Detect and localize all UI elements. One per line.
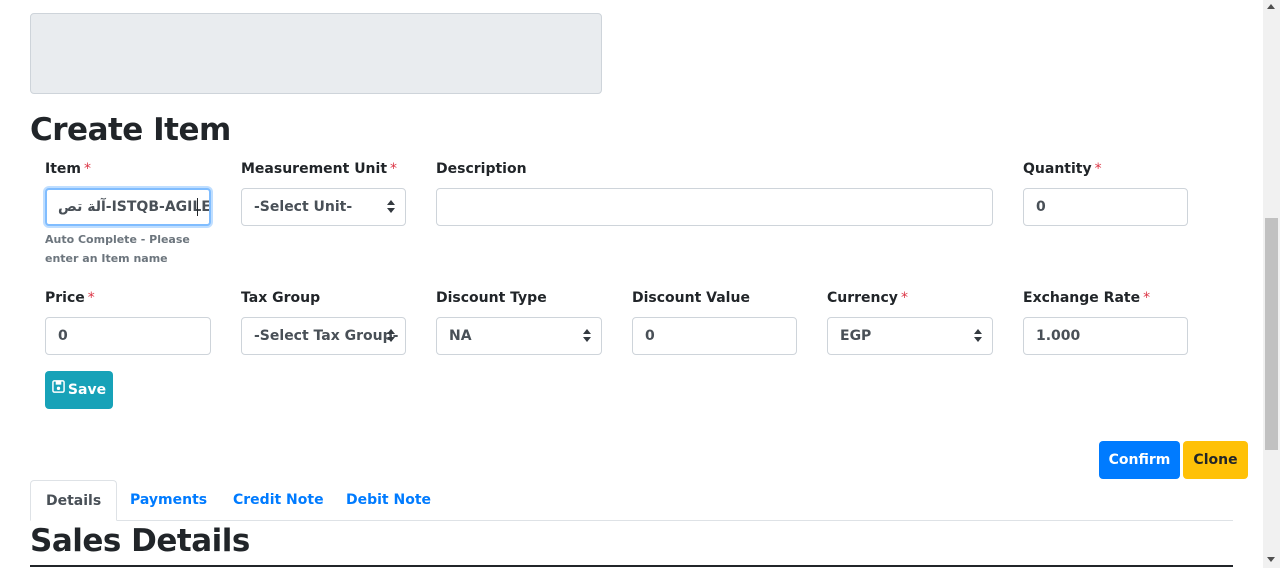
currency-select[interactable]: EGP	[827, 317, 993, 355]
item-input[interactable]: آلة تص-ISTQB-AGILE	[45, 188, 211, 226]
page-title: Create Item	[30, 112, 231, 148]
scroll-down-arrow-icon[interactable]	[1267, 557, 1275, 562]
item-input-value: آلة تص-ISTQB-AGILE	[58, 199, 211, 215]
item-label: Item *	[45, 160, 91, 178]
quantity-label-text: Quantity	[1023, 161, 1092, 177]
text-cursor	[197, 198, 198, 216]
quantity-input[interactable]: 0	[1023, 188, 1188, 226]
price-value: 0	[58, 328, 68, 344]
quantity-label: Quantity *	[1023, 160, 1102, 178]
price-label-text: Price	[45, 290, 85, 306]
scroll-up-arrow-icon[interactable]	[1267, 4, 1275, 9]
measurement-unit-label: Measurement Unit *	[241, 160, 397, 178]
floppy-disk-icon	[52, 370, 65, 408]
quantity-value: 0	[1036, 199, 1046, 215]
item-label-text: Item	[45, 161, 81, 177]
discount-type-label: Discount Type	[436, 290, 547, 306]
scrollbar-thumb[interactable]	[1265, 218, 1278, 450]
description-input[interactable]	[436, 188, 993, 226]
discount-type-value: NA	[449, 328, 472, 344]
item-hint: Auto Complete - Please enter an Item nam…	[45, 233, 190, 265]
chevron-updown-icon	[583, 329, 591, 343]
price-input[interactable]: 0	[45, 317, 211, 355]
save-button[interactable]: Save	[45, 371, 113, 409]
currency-label-text: Currency	[827, 290, 898, 306]
confirm-button[interactable]: Confirm	[1099, 441, 1180, 479]
chevron-updown-icon	[974, 329, 982, 343]
section-title: Sales Details	[30, 523, 250, 559]
currency-value: EGP	[840, 328, 872, 344]
tax-group-select[interactable]: -Select Tax Group-	[241, 317, 406, 355]
measurement-unit-label-text: Measurement Unit	[241, 161, 388, 177]
chevron-updown-icon	[387, 200, 395, 214]
tab-details[interactable]: Details	[30, 480, 118, 521]
required-marker: *	[83, 161, 91, 177]
discount-value-input[interactable]: 0	[632, 317, 797, 355]
exchange-rate-value: 1.000	[1036, 328, 1081, 344]
chevron-updown-icon	[387, 329, 395, 343]
tab-debit-note[interactable]: Debit Note	[330, 480, 447, 521]
discount-value-label: Discount Value	[632, 290, 750, 306]
measurement-unit-select[interactable]: -Select Unit-	[241, 188, 406, 226]
required-marker: *	[900, 290, 908, 306]
required-marker: *	[390, 161, 398, 177]
top-panel	[30, 13, 602, 94]
tab-payments[interactable]: Payments	[114, 480, 223, 521]
price-label: Price *	[45, 289, 95, 307]
discount-value-value: 0	[645, 328, 655, 344]
tax-group-value: -Select Tax Group-	[254, 328, 399, 344]
table-top-border	[30, 565, 1233, 567]
exchange-rate-label-text: Exchange Rate	[1023, 290, 1141, 306]
currency-label: Currency *	[827, 289, 908, 307]
required-marker: *	[87, 290, 95, 306]
tax-group-label: Tax Group	[241, 290, 321, 306]
exchange-rate-input[interactable]: 1.000	[1023, 317, 1188, 355]
exchange-rate-label: Exchange Rate *	[1023, 289, 1150, 307]
required-marker: *	[1143, 290, 1151, 306]
required-marker: *	[1094, 161, 1102, 177]
measurement-unit-value: -Select Unit-	[254, 199, 353, 215]
discount-type-select[interactable]: NA	[436, 317, 602, 355]
save-button-label: Save	[67, 382, 107, 398]
clone-button[interactable]: Clone	[1183, 441, 1248, 479]
description-label: Description	[436, 161, 527, 177]
tab-credit-note[interactable]: Credit Note	[217, 480, 340, 521]
